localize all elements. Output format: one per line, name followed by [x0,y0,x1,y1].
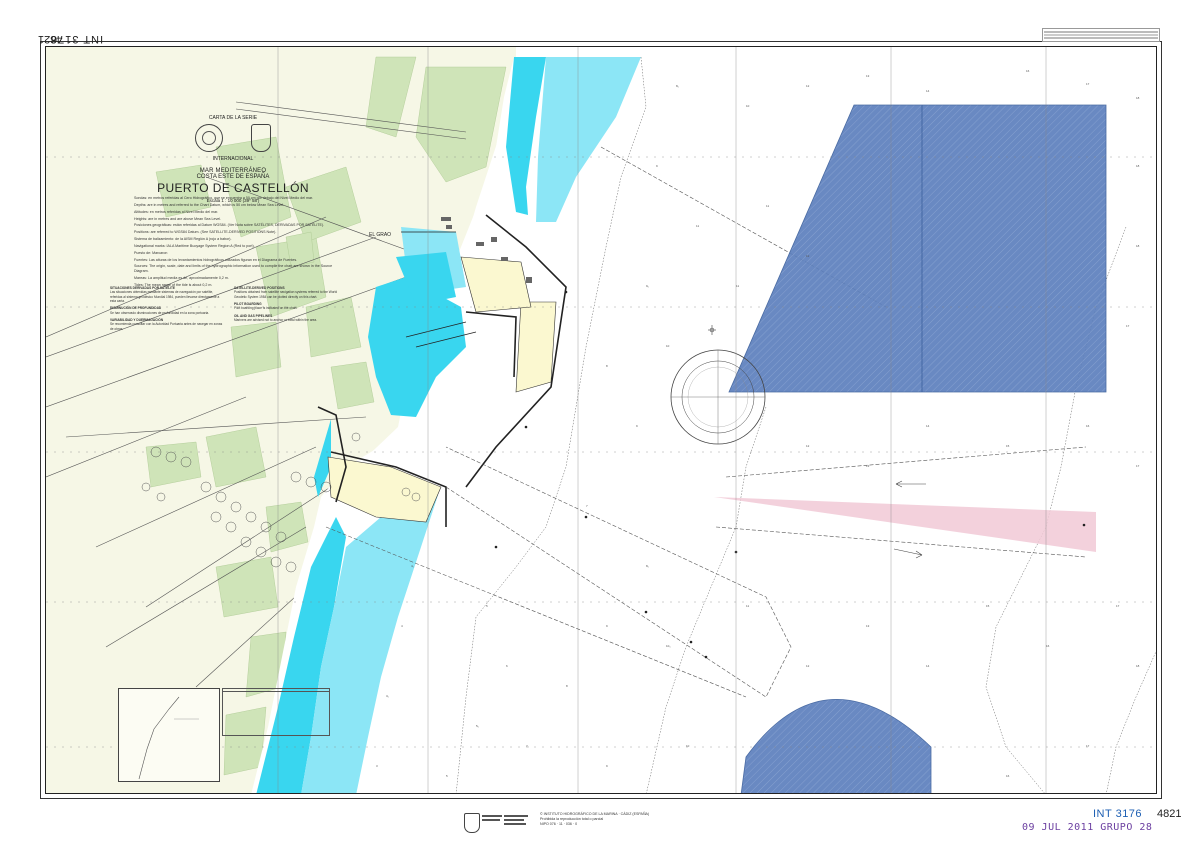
note-right-text: Positions obtained from satellite naviga… [234,290,338,299]
svg-text:16: 16 [1026,69,1030,73]
sources-table [222,688,330,736]
svg-text:14: 14 [926,424,930,428]
svg-text:14: 14 [926,664,930,668]
svg-text:10₅: 10₅ [666,644,671,648]
svg-text:9: 9 [606,624,608,628]
note-sondas: Sondas: en metros referidas al Cero Hidr… [134,196,313,200]
svg-text:11: 11 [736,284,739,288]
chart-notes: Sondas: en metros referidas al Cero Hidr… [134,196,342,290]
svg-text:17: 17 [1136,464,1140,468]
svg-text:9: 9 [606,764,608,768]
note-balizamiento: Sistema de balizamiento: de la AISM Regi… [134,237,232,242]
svg-text:5₅: 5₅ [476,724,480,728]
svg-text:8₅: 8₅ [646,564,650,568]
chart-title-block: CARTA DE LA SERIE INTERNACIONAL MAR MEDI… [128,115,338,203]
svg-text:15: 15 [1006,444,1010,448]
svg-text:14: 14 [926,89,930,93]
svg-text:9₅: 9₅ [646,284,650,288]
chart-title: PUERTO DE CASTELLÓN [157,181,309,195]
svg-text:18: 18 [1136,244,1140,248]
svg-text:6: 6 [506,664,508,668]
inset-coastline [138,696,199,780]
svg-text:12: 12 [806,664,810,668]
nautical-chart: 8₅ 10 12 13 14 16 17 18 9 11 9₅ 8 10 9 7 8₅ 9 8 7₅ 9 10… [45,46,1157,794]
note-puesto: Puesto de: Marcaron [134,250,168,255]
svg-text:7₅: 7₅ [526,744,530,748]
svg-text:17: 17 [1126,324,1130,328]
svg-text:16: 16 [1086,424,1090,428]
notes-columns: SITUACIONES DERIVADAS POR SATÉLITE Las s… [110,286,350,331]
notes-column-left: SITUACIONES DERIVADAS POR SATÉLITE Las s… [110,286,226,331]
chart-number-top: 4821 [38,33,63,45]
note-left-text: Las situaciones obtenidas mediante siste… [110,290,220,303]
note-right-text3: Mariners are advised not to anchor or tr… [234,317,318,322]
svg-text:18: 18 [1136,664,1140,668]
svg-text:13: 13 [866,624,870,628]
series-label: CARTA DE LA SERIE [208,115,258,121]
svg-text:10: 10 [746,104,750,108]
note-left-text3: Se recomienda consultar con la Autoridad… [110,322,223,331]
top-right-note [1042,28,1160,42]
svg-text:8: 8 [606,364,608,368]
anchorage-area-north [728,104,1107,393]
note-heights: Heights: are in metres and are above Mea… [134,216,222,221]
note-altitudes: Altitudes: en metros referidas al Nivel … [134,209,219,214]
chart-number-bottom: 4821 [1157,808,1182,820]
sources-table-header [223,689,329,692]
svg-text:9: 9 [636,424,638,428]
imprint-line-3: NIPO 076 · 11 · 036 · 0 [540,822,578,827]
spain-coat-of-arms-icon [464,813,480,833]
coast-name: COSTA ESTE DE ESPAÑA [196,174,270,180]
location-inset-map [118,688,220,782]
svg-text:9: 9 [656,164,658,168]
int-number-bottom: INT 3176 [1093,808,1143,820]
note-buoyage: Navigational marks: IALA Maritime Buoyag… [134,243,255,248]
note-posiciones: Posiciones geográficas: están referidas … [134,223,325,228]
svg-text:16: 16 [1046,644,1050,648]
svg-text:13: 13 [866,464,870,468]
svg-text:11: 11 [696,224,699,228]
svg-text:18: 18 [1136,96,1140,100]
svg-text:11: 11 [746,604,749,608]
svg-text:8₅: 8₅ [676,84,680,88]
restricted-zone-pink [714,497,1096,552]
international-label: INTERNACIONAL [212,156,254,162]
svg-text:17: 17 [1116,604,1120,608]
svg-text:10: 10 [686,744,690,748]
ministry-logo [462,811,532,833]
note-fuentes: Fuentes: Las alturas de los levantamient… [134,257,298,262]
hydrographic-emblem-icon [195,124,223,152]
note-left-text2: Se han observado disminuciones de profun… [110,310,210,315]
svg-text:16: 16 [1006,774,1010,778]
svg-text:7: 7 [586,504,588,508]
svg-text:12: 12 [806,84,810,88]
svg-text:15: 15 [986,604,990,608]
svg-text:13: 13 [866,74,870,78]
svg-text:8: 8 [566,684,568,688]
place-label-el-grao: EL GRAO [369,232,392,238]
navy-seal-icon [251,124,271,152]
note-right-text2: Pilot boarding place is indicated on the… [234,306,298,311]
notes-column-right: SATELLITE-DERIVED POSITIONS Positions ob… [234,286,350,331]
svg-text:5: 5 [446,774,448,778]
svg-text:5: 5 [486,604,488,608]
svg-text:11: 11 [766,204,769,208]
svg-text:17: 17 [1086,744,1090,748]
svg-text:10: 10 [666,344,670,348]
note-sources: Sources: The origin, scale, date and lim… [134,264,333,274]
anchorage-area-south [740,699,932,793]
svg-text:18: 18 [1136,164,1140,168]
svg-text:17: 17 [1086,82,1090,86]
note-depths: Depths: are in metres and referred to th… [134,202,285,207]
imprint-block: © INSTITUTO HIDROGRÁFICO DE LA MARINA · … [540,812,700,827]
note-positions: Positions: are referred to WGS84 Datum. … [134,230,277,235]
note-mareas: Mareas: La amplitud media es de, aproxim… [134,276,229,281]
svg-text:12: 12 [806,444,810,448]
anchor-icon [708,325,716,335]
svg-text:12: 12 [806,254,810,258]
date-stamp: 09 JUL 2011 GRUPO 28 [1022,822,1153,833]
